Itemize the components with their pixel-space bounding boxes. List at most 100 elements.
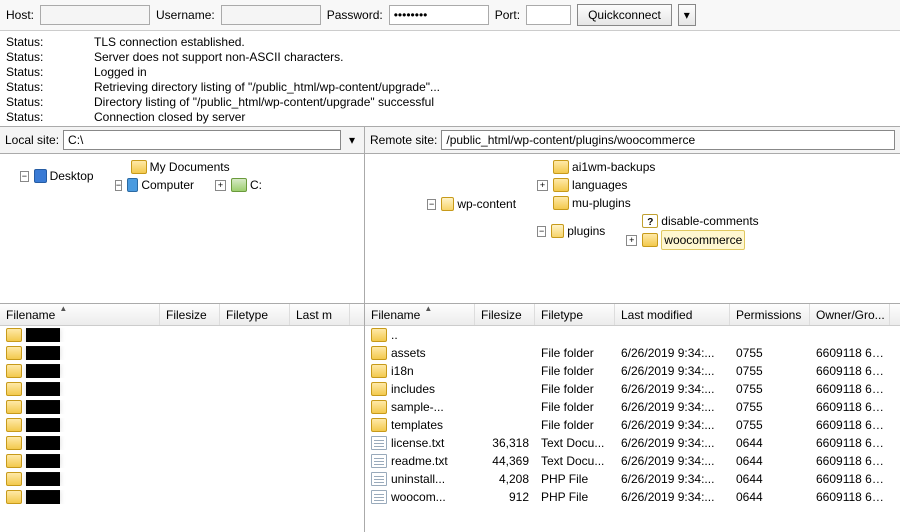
cell-owner: 6609118 66...: [810, 490, 890, 504]
col-filename[interactable]: Filename▲: [365, 304, 475, 325]
file-icon: [371, 472, 387, 486]
folder-icon: [553, 178, 569, 192]
username-input[interactable]: [221, 5, 321, 25]
local-path-dropdown-icon[interactable]: ▾: [345, 133, 359, 147]
cell-filetype: File folder: [535, 382, 615, 396]
folder-icon: [6, 454, 22, 468]
list-row[interactable]: assetsFile folder6/26/2019 9:34:...07556…: [365, 344, 900, 362]
tree-item-mydocuments[interactable]: My Documents: [150, 158, 230, 176]
tree-item-ai1wm[interactable]: ai1wm-backups: [572, 158, 655, 176]
cell-owner: 6609118 66...: [810, 472, 890, 486]
cell-filetype: File folder: [535, 346, 615, 360]
tree-item-muplugins[interactable]: mu-plugins: [572, 194, 631, 212]
col-filesize[interactable]: Filesize: [475, 304, 535, 325]
folder-icon: [371, 418, 387, 432]
password-input[interactable]: [389, 5, 489, 25]
cell-filetype: PHP File: [535, 472, 615, 486]
folder-icon: [6, 472, 22, 486]
port-input[interactable]: [526, 5, 571, 25]
tree-item-disable-comments[interactable]: disable-comments: [661, 212, 758, 230]
col-filetype[interactable]: Filetype: [535, 304, 615, 325]
cell-filesize: 4,208: [475, 472, 535, 486]
list-row[interactable]: includesFile folder6/26/2019 9:34:...075…: [365, 380, 900, 398]
list-row[interactable]: ████: [0, 326, 364, 344]
folder-icon: [6, 382, 22, 396]
tree-item-wpcontent[interactable]: wp-content: [457, 195, 516, 213]
host-input[interactable]: [40, 5, 150, 25]
list-row[interactable]: ████: [0, 452, 364, 470]
log-label: Status:: [6, 35, 76, 50]
log-message: Connection closed by server: [94, 110, 245, 125]
list-row[interactable]: ████: [0, 398, 364, 416]
expand-toggle[interactable]: −: [537, 226, 546, 237]
remote-tree[interactable]: − wp-content ai1wm-backups + languages mu-…: [365, 154, 900, 304]
local-site-label: Local site:: [5, 133, 59, 147]
cell-filetype: File folder: [535, 418, 615, 432]
local-list-header[interactable]: Filename▲ Filesize Filetype Last m: [0, 304, 364, 326]
expand-toggle[interactable]: +: [626, 235, 637, 246]
remote-path-input[interactable]: [441, 130, 895, 150]
list-row[interactable]: ████: [0, 470, 364, 488]
list-row[interactable]: templatesFile folder6/26/2019 9:34:...07…: [365, 416, 900, 434]
cell-filesize: 36,318: [475, 436, 535, 450]
tree-item-c-drive[interactable]: C:: [250, 176, 262, 194]
log-label: Status:: [6, 110, 76, 125]
cell-lastmodified: 6/26/2019 9:34:...: [615, 382, 730, 396]
col-permissions[interactable]: Permissions: [730, 304, 810, 325]
quickconnect-dropdown-button[interactable]: ▾: [678, 4, 696, 26]
local-file-list[interactable]: Filename▲ Filesize Filetype Last m █████…: [0, 304, 364, 532]
log-message: Retrieving directory listing of "/public…: [94, 80, 440, 95]
folder-icon: [6, 364, 22, 378]
cell-filename: sample-...: [391, 400, 444, 414]
remote-file-list[interactable]: Filename▲ Filesize Filetype Last modifie…: [365, 304, 900, 532]
list-row[interactable]: ████: [0, 380, 364, 398]
list-row[interactable]: ████: [0, 362, 364, 380]
cell-filename: assets: [391, 346, 426, 360]
list-row[interactable]: ████: [0, 434, 364, 452]
col-filetype[interactable]: Filetype: [220, 304, 290, 325]
log-message: TLS connection established.: [94, 35, 245, 50]
cell-owner: 6609118 66...: [810, 454, 890, 468]
list-row[interactable]: sample-...File folder6/26/2019 9:34:...0…: [365, 398, 900, 416]
log-label: Status:: [6, 65, 76, 80]
log-line: Status:Logged in: [6, 65, 894, 80]
cell-lastmodified: 6/26/2019 9:34:...: [615, 454, 730, 468]
expand-toggle[interactable]: −: [20, 171, 29, 182]
cell-lastmodified: 6/26/2019 9:34:...: [615, 364, 730, 378]
list-row[interactable]: license.txt36,318Text Docu...6/26/2019 9…: [365, 434, 900, 452]
list-row[interactable]: ████: [0, 488, 364, 506]
expand-toggle[interactable]: +: [215, 180, 226, 191]
local-path-input[interactable]: [63, 130, 341, 150]
list-row[interactable]: uninstall... 4,208PHP File6/26/2019 9:34:…: [365, 470, 900, 488]
log-label: Status:: [6, 80, 76, 95]
col-filename[interactable]: Filename▲: [0, 304, 160, 325]
tree-item-languages[interactable]: languages: [572, 176, 627, 194]
cell-lastmodified: 6/26/2019 9:34:...: [615, 472, 730, 486]
list-row[interactable]: ████: [0, 344, 364, 362]
tree-item-woocommerce[interactable]: woocommerce: [661, 230, 745, 250]
cell-filesize: 44,369: [475, 454, 535, 468]
tree-item-desktop[interactable]: Desktop: [50, 167, 94, 185]
col-lastmodified[interactable]: Last m: [290, 304, 350, 325]
list-row-parent[interactable]: ..: [365, 326, 900, 344]
cell-permissions: 0755: [730, 418, 810, 432]
col-lastmodified[interactable]: Last modified: [615, 304, 730, 325]
quickconnect-button[interactable]: Quickconnect: [577, 4, 672, 26]
folder-icon: [6, 490, 22, 504]
col-owner[interactable]: Owner/Gro...: [810, 304, 890, 325]
expand-toggle[interactable]: +: [537, 180, 548, 191]
remote-list-header[interactable]: Filename▲ Filesize Filetype Last modifie…: [365, 304, 900, 326]
tree-item-plugins[interactable]: plugins: [567, 222, 605, 240]
col-filesize[interactable]: Filesize: [160, 304, 220, 325]
cell-filename: woocom...: [391, 490, 446, 504]
cell-filename: readme.txt: [391, 454, 448, 468]
expand-toggle[interactable]: −: [427, 199, 436, 210]
tree-item-computer[interactable]: Computer: [141, 176, 194, 194]
expand-toggle[interactable]: −: [115, 180, 123, 191]
local-tree[interactable]: − Desktop My Documents − Computer + C:: [0, 154, 364, 304]
list-row[interactable]: i18nFile folder6/26/2019 9:34:...0755660…: [365, 362, 900, 380]
list-row[interactable]: readme.txt44,369Text Docu...6/26/2019 9:…: [365, 452, 900, 470]
list-row[interactable]: ████: [0, 416, 364, 434]
cell-filename: uninstall...: [391, 472, 445, 486]
list-row[interactable]: woocom...912PHP File6/26/2019 9:34:...06…: [365, 488, 900, 506]
